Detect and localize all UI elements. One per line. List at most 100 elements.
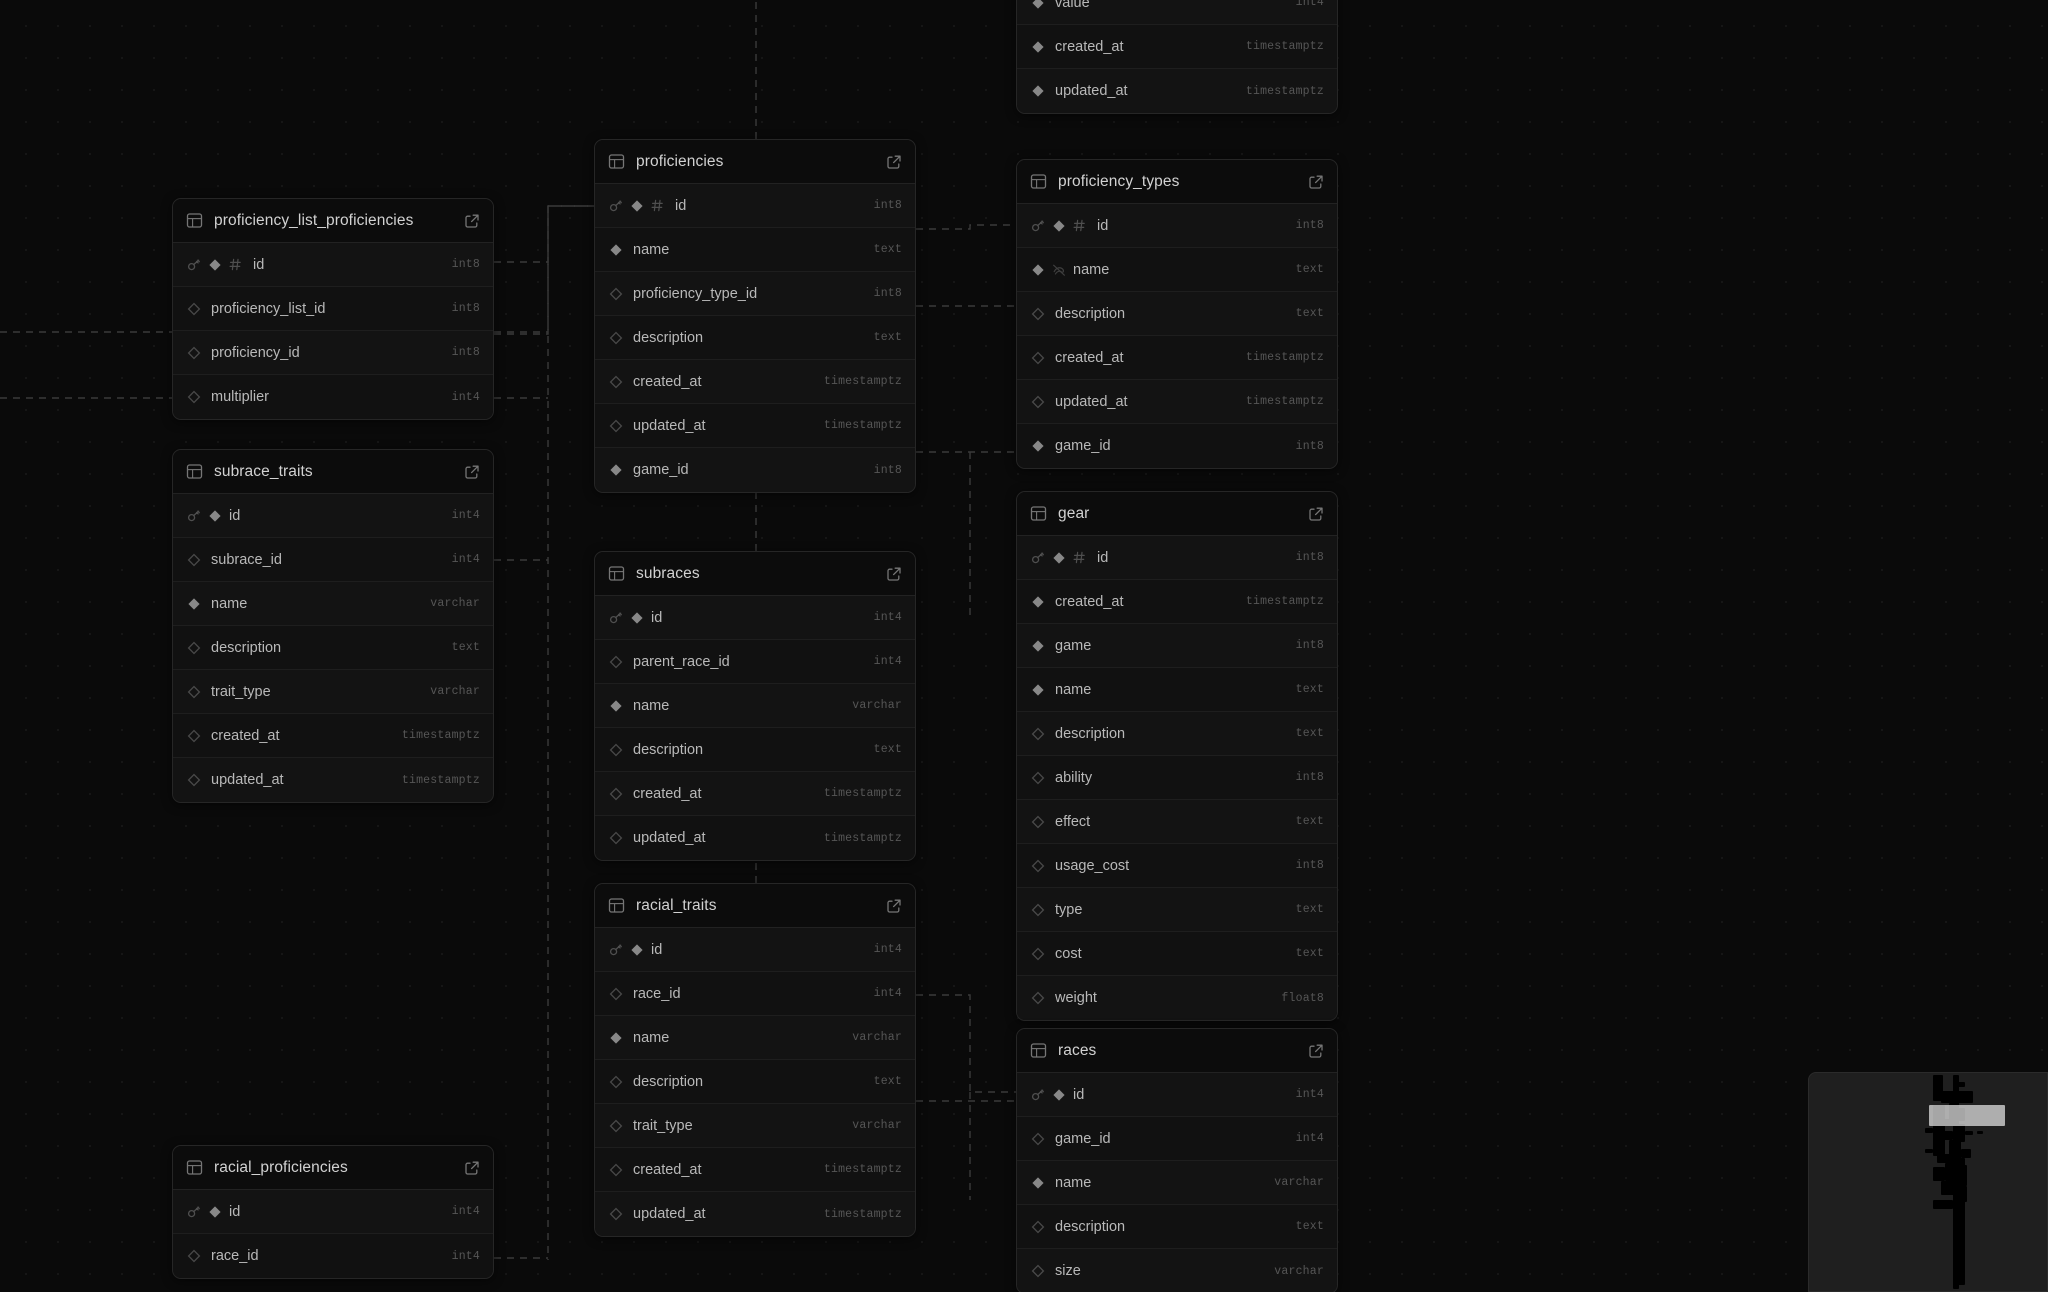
column-row[interactable]: name text: [595, 228, 915, 272]
column-row[interactable]: name text: [1017, 248, 1337, 292]
column-row[interactable]: id int8: [1017, 536, 1337, 580]
column-row[interactable]: game_id int8: [595, 448, 915, 492]
column-row[interactable]: weight float8: [1017, 976, 1337, 1020]
column-row[interactable]: game_id int4: [1017, 1117, 1337, 1161]
column-row[interactable]: name varchar: [1017, 1161, 1337, 1205]
column-row[interactable]: created_at timestamptz: [1017, 336, 1337, 380]
table-header[interactable]: gear: [1017, 492, 1337, 536]
table-node[interactable]: gear id int8 created_at timestamptz game int8 n…: [1016, 491, 1338, 1021]
column-type: timestamptz: [823, 375, 902, 388]
column-row[interactable]: proficiency_type_id int8: [595, 272, 915, 316]
column-row[interactable]: type text: [1017, 888, 1337, 932]
column-row[interactable]: id int4: [173, 494, 493, 538]
external-link-icon[interactable]: [464, 464, 480, 480]
column-flags: [609, 987, 633, 1001]
table-node[interactable]: subrace_traits id int4 subrace_id int4 name va…: [172, 449, 494, 803]
column-row[interactable]: updated_at timestamptz: [595, 1192, 915, 1236]
external-link-icon[interactable]: [464, 1160, 480, 1176]
minimap-viewport[interactable]: [1929, 1105, 2005, 1126]
column-row[interactable]: updated_at timestamptz: [173, 758, 493, 802]
column-row[interactable]: id int4: [1017, 1073, 1337, 1117]
column-row[interactable]: race_id int4: [595, 972, 915, 1016]
column-flags: [1031, 1220, 1055, 1234]
column-row[interactable]: id int4: [595, 928, 915, 972]
column-row[interactable]: created_at timestamptz: [1017, 580, 1337, 624]
table-header[interactable]: racial_traits: [595, 884, 915, 928]
column-row[interactable]: created_at timestamptz: [595, 360, 915, 404]
column-row[interactable]: id int4: [595, 596, 915, 640]
table-node[interactable]: racial_traits id int4 race_id int4 name varcha…: [594, 883, 916, 1237]
schema-canvas[interactable]: value int4 created_at timestamptz updated_at…: [0, 0, 2048, 1292]
external-link-icon[interactable]: [1308, 506, 1324, 522]
column-row[interactable]: trait_type varchar: [595, 1104, 915, 1148]
column-row[interactable]: value int4: [1017, 0, 1337, 25]
column-flags: [1031, 991, 1055, 1005]
column-row[interactable]: multiplier int4: [173, 375, 493, 419]
table-header[interactable]: proficiency_list_proficiencies: [173, 199, 493, 243]
column-flags: [187, 302, 211, 316]
column-row[interactable]: effect text: [1017, 800, 1337, 844]
column-row[interactable]: proficiency_list_id int8: [173, 287, 493, 331]
column-row[interactable]: updated_at timestamptz: [1017, 380, 1337, 424]
column-row[interactable]: name varchar: [173, 582, 493, 626]
minimap-panel[interactable]: [1808, 1072, 2048, 1292]
column-row[interactable]: updated_at timestamptz: [595, 404, 915, 448]
column-row[interactable]: created_at timestamptz: [595, 1148, 915, 1192]
column-row[interactable]: subrace_id int4: [173, 538, 493, 582]
column-row[interactable]: description text: [595, 316, 915, 360]
table-node[interactable]: value int4 created_at timestamptz updated_at…: [1016, 0, 1338, 114]
table-header[interactable]: races: [1017, 1029, 1337, 1073]
column-row[interactable]: trait_type varchar: [173, 670, 493, 714]
external-link-icon[interactable]: [1308, 1043, 1324, 1059]
column-row[interactable]: cost text: [1017, 932, 1337, 976]
column-row[interactable]: created_at timestamptz: [173, 714, 493, 758]
column-row[interactable]: id int4: [173, 1190, 493, 1234]
column-row[interactable]: race_id int4: [173, 1234, 493, 1278]
column-row[interactable]: created_at timestamptz: [1017, 25, 1337, 69]
table-header[interactable]: proficiencies: [595, 140, 915, 184]
external-link-icon[interactable]: [886, 566, 902, 582]
column-type: int4: [451, 1205, 480, 1218]
table-header[interactable]: subraces: [595, 552, 915, 596]
table-header[interactable]: subrace_traits: [173, 450, 493, 494]
column-row[interactable]: id int8: [595, 184, 915, 228]
column-row[interactable]: description text: [1017, 1205, 1337, 1249]
column-row[interactable]: description text: [1017, 712, 1337, 756]
column-row[interactable]: created_at timestamptz: [595, 772, 915, 816]
table-title: subraces: [636, 564, 700, 582]
column-row[interactable]: description text: [173, 626, 493, 670]
external-link-icon[interactable]: [886, 154, 902, 170]
column-row[interactable]: name text: [1017, 668, 1337, 712]
external-link-icon[interactable]: [886, 898, 902, 914]
column-row[interactable]: updated_at timestamptz: [1017, 69, 1337, 113]
column-row[interactable]: name varchar: [595, 1016, 915, 1060]
table-node[interactable]: proficiency_list_proficiencies id int8 prof…: [172, 198, 494, 420]
column-flags: [1031, 903, 1055, 917]
column-name: name: [633, 697, 670, 714]
column-row[interactable]: description text: [1017, 292, 1337, 336]
table-header[interactable]: racial_proficiencies: [173, 1146, 493, 1190]
table-node[interactable]: proficiency_types id int8 name text descripti…: [1016, 159, 1338, 469]
column-row[interactable]: size varchar: [1017, 1249, 1337, 1292]
column-row[interactable]: name varchar: [595, 684, 915, 728]
column-row[interactable]: id int8: [1017, 204, 1337, 248]
table-node[interactable]: racial_proficiencies id int4 race_id int4: [172, 1145, 494, 1279]
column-type: int4: [1295, 1088, 1324, 1101]
column-row[interactable]: description text: [595, 1060, 915, 1104]
external-link-icon[interactable]: [464, 213, 480, 229]
column-row[interactable]: game int8: [1017, 624, 1337, 668]
table-node[interactable]: subraces id int4 parent_race_id int4 name varc…: [594, 551, 916, 861]
column-row[interactable]: description text: [595, 728, 915, 772]
table-node[interactable]: proficiencies id int8 name text proficiency_t…: [594, 139, 916, 493]
column-row[interactable]: proficiency_id int8: [173, 331, 493, 375]
column-row[interactable]: usage_cost int8: [1017, 844, 1337, 888]
column-flags: [609, 1207, 633, 1221]
table-header[interactable]: proficiency_types: [1017, 160, 1337, 204]
column-row[interactable]: updated_at timestamptz: [595, 816, 915, 860]
column-row[interactable]: id int8: [173, 243, 493, 287]
external-link-icon[interactable]: [1308, 174, 1324, 190]
table-node[interactable]: races id int4 game_id int4 name varchar descrip…: [1016, 1028, 1338, 1292]
column-row[interactable]: parent_race_id int4: [595, 640, 915, 684]
column-row[interactable]: ability int8: [1017, 756, 1337, 800]
column-row[interactable]: game_id int8: [1017, 424, 1337, 468]
